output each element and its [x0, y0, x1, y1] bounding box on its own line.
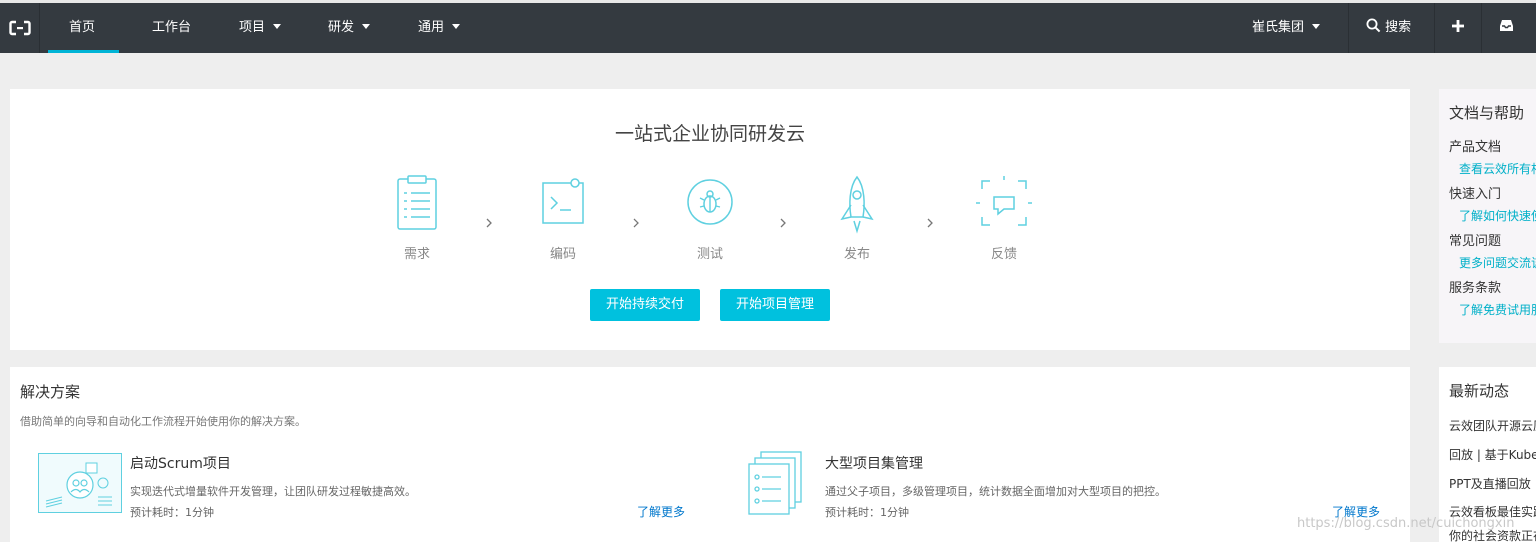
chevron-down-icon	[273, 24, 282, 29]
step-label-feedback: 反馈	[990, 247, 1017, 262]
logo-icon[interactable]	[0, 3, 40, 53]
nav-active-indicator	[48, 50, 119, 53]
step-arrow-icon	[486, 218, 492, 228]
solution-scrum-title[interactable]: 启动Scrum项目	[130, 453, 231, 473]
help-heading-quickstart: 快速入门	[1449, 187, 1502, 202]
add-button[interactable]	[1451, 3, 1465, 53]
top-nav: 首页 工作台 项目 研发 通用 崔氏集团 搜索	[0, 0, 1536, 53]
nav-home[interactable]: 首页	[69, 3, 95, 53]
help-panel: 文档与帮助 产品文档 查看云效所有相 快速入门 了解如何快速使 常见问题 更多问…	[1439, 89, 1536, 343]
step-arrow-icon	[633, 218, 639, 228]
solutions-card: 解决方案 借助简单的向导和自动化工作流程开始使用你的解决方案。 启动Scrum项…	[10, 367, 1410, 542]
solution-program-time: 预计耗时：1分钟	[825, 506, 909, 519]
solutions-description: 借助简单的向导和自动化工作流程开始使用你的解决方案。	[20, 415, 306, 428]
chevron-down-icon	[362, 24, 371, 29]
scrum-illustration-icon	[38, 453, 122, 513]
start-continuous-delivery-button[interactable]: 开始持续交付	[590, 289, 700, 321]
org-switcher[interactable]: 崔氏集团	[1252, 3, 1321, 53]
nav-general[interactable]: 通用	[418, 3, 461, 53]
step-label-coding: 编码	[549, 247, 576, 262]
start-project-management-button[interactable]: 开始项目管理	[720, 289, 830, 321]
nav-workbench[interactable]: 工作台	[152, 3, 191, 53]
step-arrow-icon	[927, 218, 933, 228]
step-label-testing: 测试	[696, 247, 723, 262]
help-link-docs[interactable]: 查看云效所有相	[1459, 160, 1536, 177]
hero-title: 一站式企业协同研发云	[614, 123, 805, 145]
chevron-down-icon	[1312, 24, 1321, 29]
news-title: 最新动态	[1449, 382, 1510, 400]
search-icon	[1366, 18, 1381, 33]
divider	[1348, 3, 1349, 53]
testing-icon	[680, 175, 740, 238]
feedback-icon	[974, 175, 1034, 238]
divider	[1481, 3, 1482, 53]
help-title: 文档与帮助	[1449, 104, 1525, 122]
step-label-release: 发布	[843, 247, 870, 262]
step-arrow-icon	[780, 218, 786, 228]
solution-scrum-learn-more-link[interactable]: 了解更多	[637, 503, 685, 520]
nav-project[interactable]: 项目	[239, 3, 282, 53]
nav-rd[interactable]: 研发	[328, 3, 371, 53]
hero-card: 一站式企业协同研发云 需求 编码 测试 发布 反馈 开始持续交付 开始项目管理	[10, 89, 1410, 350]
plus-icon	[1452, 19, 1464, 32]
coding-icon	[533, 175, 593, 238]
watermark: https://blog.csdn.net/cuichongxin	[1297, 516, 1515, 531]
news-item[interactable]: 回放 | 基于Kubern	[1449, 446, 1536, 463]
help-heading-faq: 常见问题	[1449, 234, 1502, 249]
help-link-terms[interactable]: 了解免费试用服	[1459, 301, 1536, 318]
inbox-button[interactable]	[1499, 3, 1514, 53]
help-link-quickstart[interactable]: 了解如何快速使	[1459, 207, 1536, 224]
search-button[interactable]: 搜索	[1366, 3, 1411, 53]
news-item[interactable]: PPT及直播回放 |	[1449, 475, 1536, 492]
documents-icon	[747, 451, 803, 517]
help-link-faq[interactable]: 更多问题交流该	[1459, 254, 1536, 271]
solution-scrum-desc: 实现迭代式增量软件开发管理，让团队研发过程敏捷高效。	[130, 485, 416, 498]
inbox-icon	[1500, 20, 1513, 31]
chevron-down-icon	[452, 24, 461, 29]
requirements-icon	[387, 175, 447, 238]
news-item[interactable]: 云效团队开源云原	[1449, 417, 1536, 434]
solution-program-title[interactable]: 大型项目集管理	[825, 453, 923, 473]
solutions-title: 解决方案	[20, 383, 81, 401]
help-heading-terms: 服务条款	[1449, 281, 1502, 296]
rocket-icon	[827, 175, 887, 238]
help-heading-docs: 产品文档	[1449, 140, 1502, 155]
divider	[1434, 3, 1435, 53]
step-label-requirements: 需求	[403, 247, 430, 262]
solution-program-desc: 通过父子项目，多级管理项目，统计数据全面增加对大型项目的把控。	[825, 485, 1166, 498]
solution-scrum-time: 预计耗时：1分钟	[130, 506, 214, 519]
